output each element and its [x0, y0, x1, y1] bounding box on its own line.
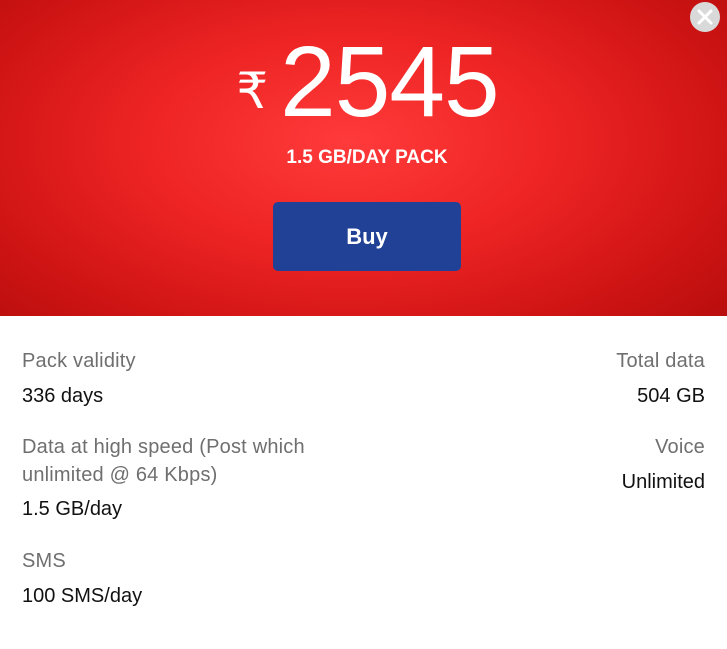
high-speed-label-line2: unlimited @ 64 Kbps) [22, 464, 218, 486]
voice-label: Voice [655, 436, 705, 458]
sms-label: SMS [22, 550, 66, 572]
plan-details: Pack validity 336 days Data at high spee… [0, 316, 727, 649]
currency-symbol: ₹ [236, 62, 269, 120]
sms-value: 100 SMS/day [22, 585, 143, 607]
buy-button[interactable]: Buy [273, 202, 461, 271]
price-amount: 2545 [280, 26, 499, 138]
total-data-value: 504 GB [637, 385, 705, 407]
total-data-label: Total data [616, 350, 705, 372]
plan-details-modal: ₹ 2545 1.5 GB/DAY PACK Buy Pack validity… [0, 0, 727, 649]
voice-value: Unlimited [621, 471, 705, 493]
high-speed-label-line1: Data at high speed (Post which [22, 436, 305, 458]
validity-label: Pack validity [22, 350, 136, 372]
plan-hero-banner: ₹ 2545 1.5 GB/DAY PACK Buy [0, 0, 727, 316]
price-display: ₹ 2545 [0, 22, 727, 142]
pack-name: 1.5 GB/DAY PACK [286, 147, 448, 168]
validity-value: 336 days [22, 385, 104, 407]
high-speed-value: 1.5 GB/day [22, 498, 123, 520]
